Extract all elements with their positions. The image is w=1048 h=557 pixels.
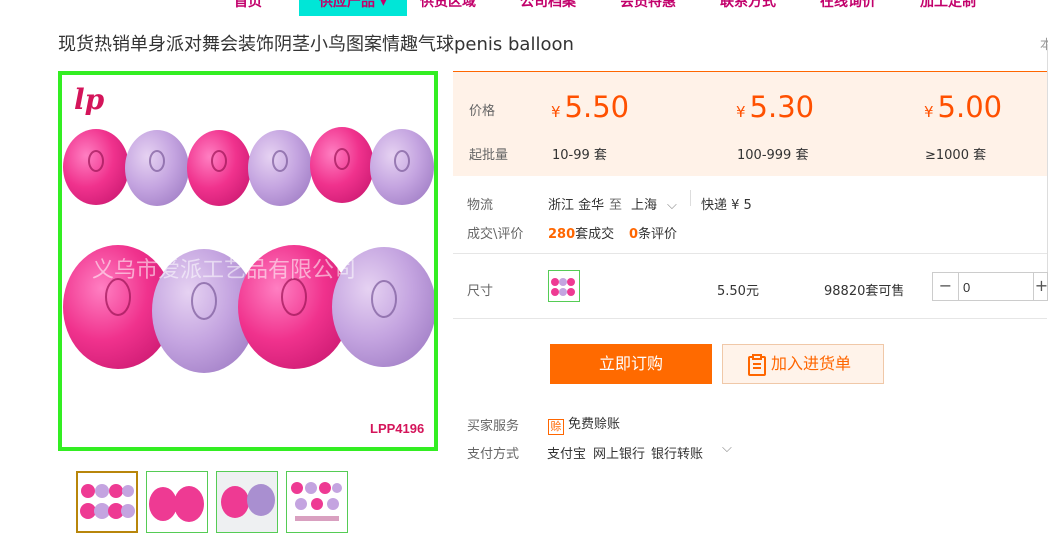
ship-to-value: 上海 (631, 198, 658, 213)
payment-method-bank-transfer: 银行转账 (651, 447, 704, 462)
sku-option-thumbnail[interactable] (548, 270, 580, 302)
currency-symbol: ¥ (551, 103, 561, 121)
watermark: 义乌市爱派工艺品有限公司 (92, 258, 356, 283)
credit-badge-icon: 赊 (548, 419, 564, 435)
decrement-button[interactable]: − (933, 273, 959, 300)
sold-suffix: 套成交 (575, 227, 615, 242)
to-word: 至 (609, 198, 623, 213)
nav-member-deals[interactable]: 会员特惠 (620, 0, 676, 16)
nav-contact[interactable]: 联系方式 (720, 0, 776, 16)
balloons-image: lp 义乌市爱派工艺品有限公司 LPP4196 (62, 75, 434, 447)
main-product-image[interactable]: lp 义乌市爱派工艺品有限公司 LPP4196 (58, 71, 438, 451)
brand-mark: lp (74, 83, 105, 116)
divider (453, 318, 1047, 319)
moq-label: 起批量 (469, 148, 509, 163)
nav-products[interactable]: 供应产品 ▾ (299, 0, 407, 16)
top-nav: 首页 供应产品 ▾ 供货区域 公司档案 会员特惠 联系方式 在线询价 加工定制 (0, 0, 1048, 16)
price-value: 5.00 (937, 90, 1003, 124)
thumbnail-4[interactable] (286, 471, 348, 533)
free-credit-service[interactable]: 赊免费赊账 (548, 413, 620, 435)
clipboard-icon (748, 354, 766, 376)
nav-supply-area[interactable]: 供货区域 (420, 0, 476, 16)
thumbnail-image (291, 482, 342, 521)
payment-method-alipay: 支付宝 (547, 447, 587, 462)
shipping-fee: 快递 ¥ 5 (701, 198, 752, 213)
sku-stock: 98820套可售 (824, 284, 905, 299)
divider (453, 253, 1047, 254)
sold-count: 280 (548, 227, 576, 242)
nav-inquiry[interactable]: 在线询价 (820, 0, 876, 16)
thumbnail-1[interactable] (76, 471, 138, 533)
add-to-cart-label: 加入进货单 (771, 354, 852, 373)
quantity-range-3: ≥1000 套 (925, 148, 987, 163)
price-panel: 价格 起批量 ¥5.50 ¥5.30 ¥5.00 10-99 套 100-999… (453, 71, 1047, 176)
chevron-down-icon[interactable]: ⌵ (722, 441, 732, 456)
nav-home[interactable]: 首页 (234, 0, 262, 16)
chevron-down-icon: ⌵ (667, 198, 677, 213)
sold-stat[interactable]: 280套成交 (548, 223, 614, 242)
price-label: 价格 (469, 104, 496, 119)
thumbnail-image (149, 486, 204, 522)
sku-code: LPP4196 (370, 421, 424, 436)
product-title: 现货热销单身派对舞会装饰阴茎小鸟图案情趣气球penis balloon (58, 34, 574, 55)
free-credit-text: 免费赊账 (568, 417, 621, 432)
payment-method-online-bank: 网上银行 (593, 447, 646, 462)
ship-from: 浙江 金华 (548, 198, 605, 213)
nav-custom-processing[interactable]: 加工定制 (920, 0, 976, 16)
quantity-stepper: − + (932, 272, 1048, 301)
thumbnail-3[interactable] (216, 471, 278, 533)
currency-symbol: ¥ (736, 103, 746, 121)
ship-to-select[interactable]: 上海 ⌵ (631, 194, 677, 213)
review-count: 0 (629, 227, 639, 242)
size-label: 尺寸 (467, 284, 494, 299)
order-now-button[interactable]: 立即订购 (550, 344, 712, 384)
review-suffix: 条评价 (638, 227, 678, 242)
thumbnail-image (80, 484, 135, 519)
buyer-services-label: 买家服务 (467, 419, 520, 434)
deals-label: 成交\评价 (467, 227, 524, 242)
price-tier-2: ¥5.30 (736, 90, 814, 124)
price-tier-1: ¥5.50 (551, 90, 629, 124)
payment-label: 支付方式 (467, 447, 520, 462)
sku-image (551, 278, 575, 296)
nav-company-profile[interactable]: 公司档案 (520, 0, 576, 16)
currency-symbol: ¥ (924, 103, 934, 121)
price-value: 5.30 (749, 90, 815, 124)
quantity-range-2: 100-999 套 (737, 148, 809, 163)
thumbnail-image (217, 472, 277, 532)
quantity-range-1: 10-99 套 (552, 148, 607, 163)
divider (690, 190, 691, 206)
add-to-cart-button[interactable]: 加入进货单 (722, 344, 884, 384)
review-stat[interactable]: 0条评价 (629, 223, 677, 242)
price-value: 5.50 (564, 90, 630, 124)
logistics-label: 物流 (467, 198, 494, 213)
thumbnail-2[interactable] (146, 471, 208, 533)
sku-price: 5.50元 (717, 284, 759, 299)
price-tier-3: ¥5.00 (924, 90, 1002, 124)
increment-button[interactable]: + (1033, 273, 1048, 300)
quantity-input[interactable] (963, 277, 1023, 297)
